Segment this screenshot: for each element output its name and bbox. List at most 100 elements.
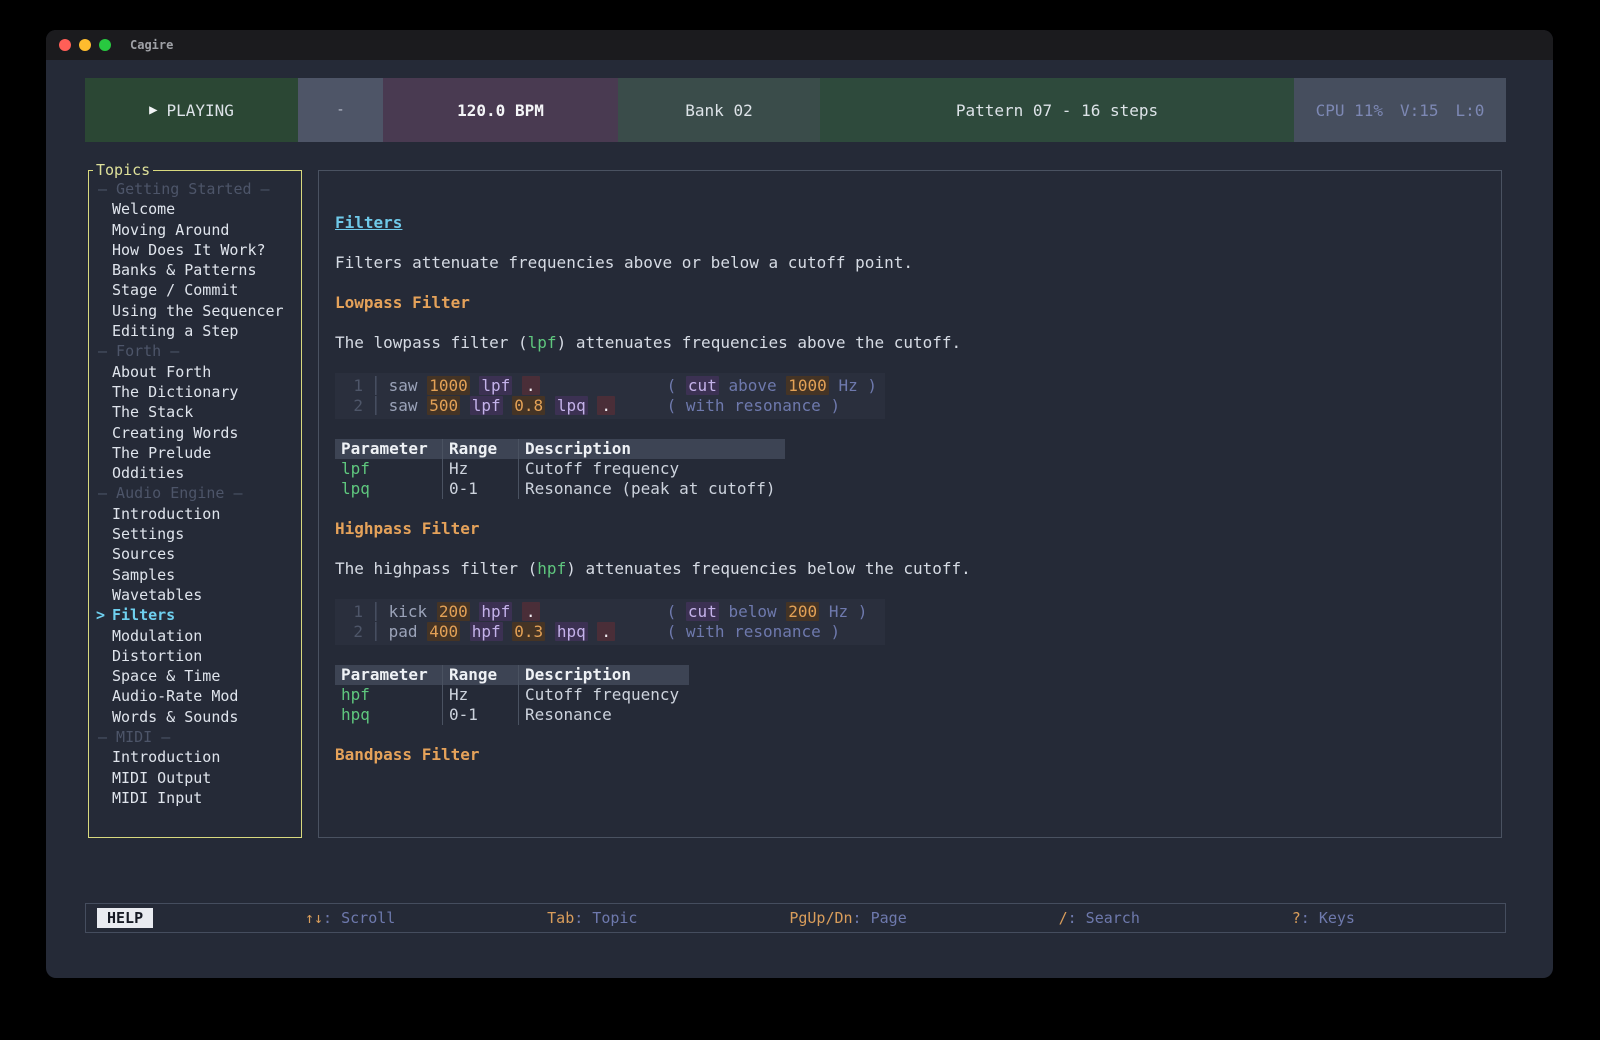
paragraph-text: ) attenuates frequencies above the cutof… — [557, 333, 962, 352]
comment-token: ) — [830, 396, 840, 415]
paragraph-text: The highpass filter ( — [335, 559, 537, 578]
sidebar-item-banks-patterns[interactable]: Banks & Patterns — [89, 260, 301, 280]
window-title: Cagire — [130, 38, 173, 52]
sidebar-item-welcome[interactable]: Welcome — [89, 199, 301, 219]
minimize-button[interactable] — [79, 39, 91, 51]
sidebar-item-moving-around[interactable]: Moving Around — [89, 220, 301, 240]
doc-paragraph: The lowpass filter (lpf) attenuates freq… — [335, 333, 1481, 353]
sidebar-item-label: Using the Sequencer — [112, 302, 284, 320]
sidebar-item-sources[interactable]: Sources — [89, 544, 301, 564]
table-cell: Hz — [442, 459, 518, 479]
line-separator: │ — [371, 396, 381, 416]
sidebar-item-midi-output[interactable]: MIDI Output — [89, 768, 301, 788]
code-token: pad — [389, 622, 418, 641]
sidebar-item-label: Oddities — [112, 464, 184, 482]
sidebar-item-label: — Audio Engine — — [98, 484, 243, 502]
sidebar-item-label: How Does It Work? — [112, 241, 266, 259]
help-content-panel[interactable]: FiltersFilters attenuate frequencies abo… — [318, 170, 1502, 838]
sidebar-item-samples[interactable]: Samples — [89, 565, 301, 585]
zoom-button[interactable] — [99, 39, 111, 51]
comment-token: cut — [686, 376, 719, 395]
sidebar-item-audio-rate-mod[interactable]: Audio-Rate Mod — [89, 686, 301, 706]
sidebar-item-midi-input[interactable]: MIDI Input — [89, 788, 301, 808]
table-cell: hpf — [335, 685, 442, 705]
sidebar-item-label: Banks & Patterns — [112, 261, 257, 279]
sidebar-item-distortion[interactable]: Distortion — [89, 646, 301, 666]
table-header-row: ParameterRangeDescription — [335, 665, 689, 685]
sidebar-item-space-time[interactable]: Space & Time — [89, 666, 301, 686]
sidebar-item-label: Filters — [112, 606, 175, 624]
paragraph-text: Filters attenuate frequencies above or b… — [335, 253, 913, 272]
sidebar-item-label: Words & Sounds — [112, 708, 238, 726]
status-bar: ▶ PLAYING - 120.0 BPM Bank 02 Pattern 07… — [85, 78, 1506, 142]
code-tokens: saw 1000 lpf . — [389, 376, 667, 396]
table-row: hpq0-1Resonance — [335, 705, 689, 725]
param-table: ParameterRangeDescriptionhpfHzCutoff fre… — [335, 665, 689, 725]
pattern-display: Pattern 07 - 16 steps — [820, 78, 1294, 142]
comment-token: ) — [858, 602, 868, 621]
key-label: Tab — [547, 909, 574, 927]
sidebar-item-words-sounds[interactable]: Words & Sounds — [89, 707, 301, 727]
help-content: FiltersFilters attenuate frequencies abo… — [319, 171, 1501, 765]
sidebar-item-filters[interactable]: >Filters — [89, 605, 301, 625]
sidebar-item-label: Editing a Step — [112, 322, 238, 340]
comment-token: below — [728, 602, 776, 621]
sidebar-item-using-the-sequencer[interactable]: Using the Sequencer — [89, 301, 301, 321]
table-header-cell: Description — [518, 665, 689, 685]
table-row: hpfHzCutoff frequency — [335, 685, 689, 705]
system-stats: CPU 11% V:15 L:0 — [1294, 78, 1506, 142]
sidebar-item-label: The Dictionary — [112, 383, 238, 401]
code-token: lpq — [555, 396, 588, 415]
sidebar-item-oddities[interactable]: Oddities — [89, 463, 301, 483]
sidebar-item-stage-commit[interactable]: Stage / Commit — [89, 280, 301, 300]
table-header-cell: Range — [442, 439, 518, 459]
sidebar-item-the-dictionary[interactable]: The Dictionary — [89, 382, 301, 402]
key-label: ? — [1292, 909, 1301, 927]
code-token: 200 — [437, 602, 470, 621]
table-row: lpfHzCutoff frequency — [335, 459, 785, 479]
sidebar-item-label: Audio-Rate Mod — [112, 687, 238, 705]
sidebar-item-about-forth[interactable]: About Forth — [89, 362, 301, 382]
comment-token: ( — [667, 396, 677, 415]
table-header-cell: Range — [442, 665, 518, 685]
sidebar-item-how-does-it-work[interactable]: How Does It Work? — [89, 240, 301, 260]
table-cell: Cutoff frequency — [518, 685, 689, 705]
key-hint-page: PgUp/Dn: Page — [789, 909, 906, 927]
table-header-cell: Parameter — [335, 439, 442, 459]
comment-token: ( — [667, 376, 677, 395]
code-example: 1│saw 1000 lpf .( cut above 1000 Hz )2│s… — [335, 373, 885, 419]
code-tokens: kick 200 hpf . — [389, 602, 667, 622]
sidebar-item-creating-words[interactable]: Creating Words — [89, 423, 301, 443]
bpm-display: 120.0 BPM — [383, 78, 618, 142]
sidebar-section-audio-engine: — Audio Engine — — [89, 483, 301, 503]
voices-stat: V:15 — [1400, 101, 1439, 120]
comment-token: above — [728, 376, 776, 395]
code-tokens: pad 400 hpf 0.3 hpq . — [389, 622, 667, 642]
window-titlebar: Cagire — [46, 30, 1553, 60]
sidebar-item-introduction[interactable]: Introduction — [89, 504, 301, 524]
table-cell: Resonance (peak at cutoff) — [518, 479, 785, 499]
code-token: hpf — [479, 602, 512, 621]
sidebar-item-settings[interactable]: Settings — [89, 524, 301, 544]
sidebar-item-label: Moving Around — [112, 221, 229, 239]
close-button[interactable] — [59, 39, 71, 51]
sidebar-list[interactable]: — Getting Started —WelcomeMoving AroundH… — [89, 171, 301, 837]
line-separator: │ — [371, 622, 381, 642]
sidebar-item-the-stack[interactable]: The Stack — [89, 402, 301, 422]
line-number: 2 — [347, 622, 363, 642]
code-token: saw — [389, 376, 418, 395]
topics-panel: Topics — Getting Started —WelcomeMoving … — [88, 170, 302, 838]
code-token: lpf — [470, 396, 503, 415]
comment-token: with — [686, 622, 725, 641]
code-token: . — [597, 622, 615, 641]
sidebar-item-introduction[interactable]: Introduction — [89, 747, 301, 767]
code-token: 400 — [427, 622, 460, 641]
sidebar-item-the-prelude[interactable]: The Prelude — [89, 443, 301, 463]
sidebar-item-modulation[interactable]: Modulation — [89, 626, 301, 646]
sidebar-item-label: Modulation — [112, 627, 202, 645]
code-line: 1│kick 200 hpf .( cut below 200 Hz ) — [347, 602, 885, 622]
code-comment: ( cut below 200 Hz ) — [667, 602, 868, 622]
sidebar-item-wavetables[interactable]: Wavetables — [89, 585, 301, 605]
sidebar-item-editing-a-step[interactable]: Editing a Step — [89, 321, 301, 341]
doc-heading-bandpass-filter: Bandpass Filter — [335, 745, 1481, 765]
